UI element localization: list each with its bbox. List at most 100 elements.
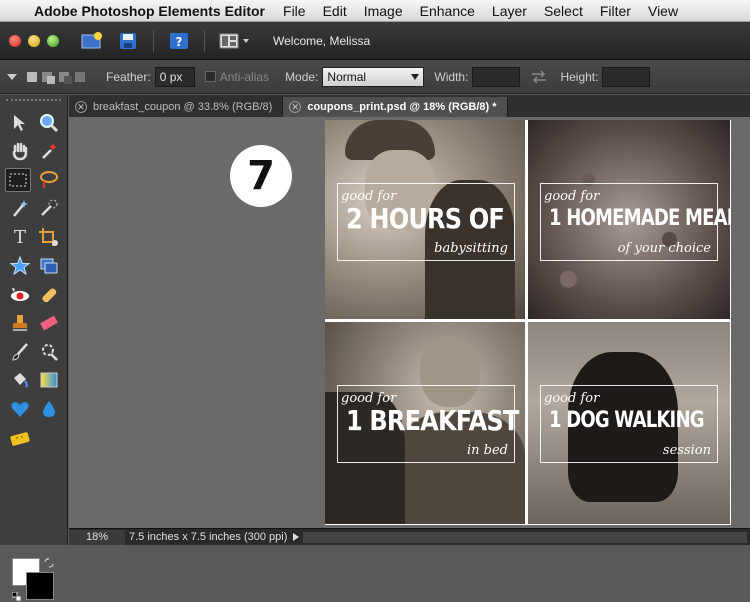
new-file-button[interactable] bbox=[81, 31, 103, 51]
coupon-good-for: good for bbox=[544, 189, 600, 204]
antialias-checkbox[interactable] bbox=[204, 71, 216, 82]
mode-select[interactable]: Normal bbox=[322, 66, 425, 87]
close-tab-icon[interactable]: ✕ bbox=[289, 101, 302, 113]
marquee-icon bbox=[9, 173, 27, 187]
magic-wand-tool[interactable] bbox=[7, 196, 33, 220]
color-replacement-tool[interactable] bbox=[7, 397, 33, 421]
status-menu-arrow-icon[interactable] bbox=[293, 533, 300, 541]
coupon-label-box: good for 2 HOURS OF babysitting bbox=[337, 183, 515, 261]
shape-tool[interactable] bbox=[7, 254, 33, 278]
coupon-main-text: 1 DOG WALKING bbox=[549, 408, 705, 433]
crop-tool[interactable] bbox=[36, 225, 62, 249]
feather-input[interactable]: 0 px bbox=[154, 66, 195, 87]
brush-tool[interactable] bbox=[7, 340, 33, 364]
zoom-tool[interactable] bbox=[36, 111, 62, 135]
swap-colors-icon[interactable] bbox=[44, 558, 54, 568]
zoom-level[interactable]: 18% bbox=[69, 529, 125, 545]
coupon-label-box: good for 1 DOG WALKING session bbox=[540, 385, 718, 463]
tool-options-bar: Feather: 0 px Anti-alias Mode: Normal Wi… bbox=[0, 60, 750, 94]
default-colors-icon[interactable] bbox=[12, 592, 22, 602]
window-controls bbox=[9, 34, 59, 47]
smart-brush-icon bbox=[42, 344, 58, 361]
move-arrow-icon bbox=[14, 115, 25, 131]
move-tool[interactable] bbox=[7, 111, 33, 135]
eyedropper-tool[interactable] bbox=[36, 139, 62, 163]
app-name-menu[interactable]: Adobe Photoshop Elements Editor bbox=[34, 3, 265, 19]
toolbar-divider bbox=[153, 29, 154, 52]
save-button[interactable] bbox=[117, 31, 139, 51]
clone-stamp-tool[interactable] bbox=[7, 311, 33, 335]
document-canvas[interactable]: good for 2 HOURS OF babysitting good for… bbox=[325, 120, 731, 525]
close-tab-icon[interactable]: ✕ bbox=[75, 101, 87, 113]
menu-edit[interactable]: Edit bbox=[323, 3, 347, 19]
coupon-good-for: good for bbox=[544, 391, 600, 406]
quick-selection-tool[interactable] bbox=[36, 196, 62, 220]
coupon-photo-breakfast: good for 1 BREAKFAST in bed bbox=[325, 322, 525, 524]
menu-filter[interactable]: Filter bbox=[600, 3, 631, 19]
canvas-workspace[interactable]: 7 good for 2 HOURS OF babysitting good f… bbox=[69, 117, 750, 528]
width-input[interactable] bbox=[472, 66, 521, 87]
horizontal-scrollbar[interactable] bbox=[303, 531, 747, 543]
menu-image[interactable]: Image bbox=[364, 3, 403, 19]
gradient-icon bbox=[40, 372, 58, 388]
antialias-label: Anti-alias bbox=[219, 69, 270, 84]
tab-breakfast-coupon[interactable]: ✕ breakfast_coupon @ 33.8% (RGB/8) bbox=[69, 97, 284, 117]
tab-coupons-print[interactable]: ✕ coupons_print.psd @ 18% (RGB/8) * bbox=[283, 97, 508, 117]
coupon-sub-text: in bed bbox=[467, 443, 508, 458]
coupon-photo-dog: good for 1 DOG WALKING session bbox=[528, 322, 730, 524]
height-input[interactable] bbox=[602, 66, 651, 87]
coupon-main-text: 1 HOMEMADE MEAL bbox=[549, 206, 730, 231]
swap-dimensions-icon[interactable] bbox=[530, 69, 548, 84]
coupon-main-text: 1 BREAKFAST bbox=[346, 404, 519, 437]
selection-mode-icons[interactable] bbox=[26, 69, 88, 85]
menu-layer[interactable]: Layer bbox=[492, 3, 527, 19]
menu-select[interactable]: Select bbox=[544, 3, 583, 19]
eraser-tool[interactable] bbox=[36, 311, 62, 335]
eyedropper-icon bbox=[42, 144, 56, 159]
zoom-window-button[interactable] bbox=[47, 34, 59, 47]
help-button[interactable]: ? bbox=[168, 31, 190, 51]
menu-bar: Adobe Photoshop Elements Editor File Edi… bbox=[0, 0, 750, 22]
rectangular-marquee-tool[interactable] bbox=[5, 168, 31, 192]
type-tool[interactable]: T bbox=[7, 225, 33, 249]
lasso-icon bbox=[40, 171, 58, 188]
lasso-tool[interactable] bbox=[36, 168, 62, 192]
crop-icon bbox=[39, 228, 58, 246]
menu-enhance[interactable]: Enhance bbox=[420, 3, 475, 19]
close-window-button[interactable] bbox=[9, 34, 21, 47]
coupon-photo-meal: good for 1 HOMEMADE MEAL of your choice bbox=[528, 120, 730, 319]
minimize-window-button[interactable] bbox=[28, 34, 40, 47]
arrange-menu-button[interactable] bbox=[219, 31, 253, 51]
coupon-sub-text: session bbox=[662, 443, 711, 458]
paint-bucket-tool[interactable] bbox=[7, 368, 33, 392]
sponge-icon bbox=[10, 432, 30, 446]
options-menu-chevron-icon[interactable] bbox=[6, 72, 18, 82]
tab-label: coupons_print.psd @ 18% (RGB/8) * bbox=[307, 101, 497, 113]
help-icon: ? bbox=[170, 32, 188, 49]
bandage-icon bbox=[42, 288, 57, 303]
menu-view[interactable]: View bbox=[648, 3, 678, 19]
recompose-tool[interactable] bbox=[36, 254, 62, 278]
quick-selection-icon bbox=[41, 199, 58, 216]
red-eye-tool[interactable] bbox=[7, 283, 33, 307]
eraser-icon bbox=[40, 315, 58, 331]
hand-tool[interactable] bbox=[7, 139, 33, 163]
gradient-tool[interactable] bbox=[36, 368, 62, 392]
heart-icon bbox=[11, 402, 29, 417]
red-eye-icon bbox=[11, 287, 29, 301]
coupon-label-box: good for 1 BREAKFAST in bed bbox=[337, 385, 519, 463]
stamp-icon bbox=[13, 315, 27, 331]
smart-brush-tool[interactable] bbox=[36, 340, 62, 364]
blur-tool[interactable] bbox=[36, 397, 62, 421]
background-color-swatch[interactable] bbox=[26, 572, 54, 600]
menu-file[interactable]: File bbox=[283, 3, 306, 19]
toolbox-grip[interactable] bbox=[6, 99, 61, 105]
healing-brush-tool[interactable] bbox=[36, 283, 62, 307]
welcome-text: Welcome, Melissa bbox=[273, 33, 371, 48]
feather-label: Feather: bbox=[106, 69, 151, 84]
sponge-tool[interactable] bbox=[7, 426, 33, 450]
toolbox: T bbox=[0, 95, 68, 602]
coupon-main-text: 2 HOURS OF bbox=[346, 202, 505, 235]
paint-bucket-icon bbox=[14, 373, 28, 388]
mode-select-value: Normal bbox=[327, 69, 367, 84]
